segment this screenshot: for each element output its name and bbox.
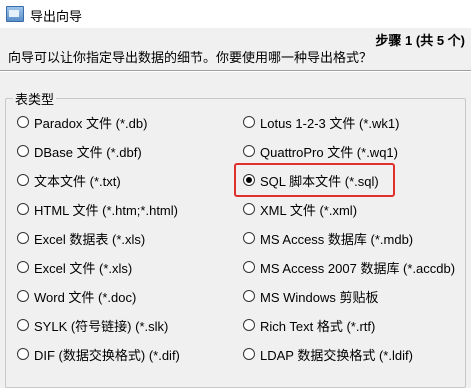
radio-clipboard[interactable]: MS Windows 剪贴板 <box>243 286 378 306</box>
radio-dbase[interactable]: DBase 文件 (*.dbf) <box>17 141 142 161</box>
radio-circle[interactable] <box>17 290 29 302</box>
radio-label: DIF (数据交换格式) (*.dif) <box>34 347 180 363</box>
radio-access-mdb[interactable]: MS Access 数据库 (*.mdb) <box>243 228 413 248</box>
radio-circle[interactable] <box>243 203 255 215</box>
radio-access-accdb[interactable]: MS Access 2007 数据库 (*.accdb) <box>243 257 455 277</box>
radio-circle[interactable] <box>17 348 29 360</box>
selection-highlight-box <box>234 163 395 197</box>
radio-label: Excel 数据表 (*.xls) <box>34 231 146 247</box>
title-bar: 导出向导 <box>0 0 471 28</box>
radio-circle[interactable] <box>17 174 29 186</box>
radio-circle[interactable] <box>243 348 255 360</box>
radio-circle[interactable] <box>243 116 255 128</box>
header-divider <box>0 70 471 72</box>
radio-xml[interactable]: XML 文件 (*.xml) <box>243 199 357 219</box>
radio-label: MS Access 数据库 (*.mdb) <box>260 231 414 247</box>
radio-label: DBase 文件 (*.dbf) <box>34 144 142 160</box>
radio-excel-sheet[interactable]: Excel 数据表 (*.xls) <box>17 228 145 248</box>
radio-sylk[interactable]: SYLK (符号链接) (*.slk) <box>17 315 168 335</box>
wizard-description: 向导可以让你指定导出数据的细节。你要使用哪一种导出格式？ <box>8 50 373 65</box>
radio-circle[interactable] <box>243 232 255 244</box>
radio-circle[interactable] <box>17 145 29 157</box>
radio-circle[interactable] <box>17 232 29 244</box>
radio-label: Word 文件 (*.doc) <box>34 289 137 305</box>
radio-label: QuattroPro 文件 (*.wq1) <box>260 144 398 160</box>
window-title: 导出向导 <box>30 9 83 24</box>
radio-circle[interactable] <box>243 261 255 273</box>
radio-circle[interactable] <box>243 145 255 157</box>
radio-label: Excel 文件 (*.xls) <box>34 260 133 276</box>
radio-label: 文本文件 (*.txt) <box>34 173 121 189</box>
radio-html[interactable]: HTML 文件 (*.htm;*.html) <box>17 199 178 219</box>
app-icon <box>6 6 24 22</box>
radio-circle[interactable] <box>17 203 29 215</box>
radio-circle[interactable] <box>17 116 29 128</box>
radio-excel-file[interactable]: Excel 文件 (*.xls) <box>17 257 132 277</box>
radio-label: XML 文件 (*.xml) <box>260 202 358 218</box>
radio-quattropro[interactable]: QuattroPro 文件 (*.wq1) <box>243 141 398 161</box>
radio-label: HTML 文件 (*.htm;*.html) <box>34 202 178 218</box>
radio-text[interactable]: 文本文件 (*.txt) <box>17 170 121 190</box>
radio-circle[interactable] <box>243 290 255 302</box>
radio-ldif[interactable]: LDAP 数据交换格式 (*.ldif) <box>243 344 413 364</box>
radio-circle[interactable] <box>17 261 29 273</box>
radio-paradox[interactable]: Paradox 文件 (*.db) <box>17 112 147 132</box>
step-indicator: 步骤 1 (共 5 个) <box>375 33 465 48</box>
table-type-label: 表类型 <box>13 89 57 108</box>
radio-label: Lotus 1-2-3 文件 (*.wk1) <box>260 115 400 131</box>
radio-label: LDAP 数据交换格式 (*.ldif) <box>260 347 413 363</box>
radio-circle[interactable] <box>243 319 255 331</box>
radio-word[interactable]: Word 文件 (*.doc) <box>17 286 136 306</box>
radio-label: MS Windows 剪贴板 <box>260 289 379 305</box>
radio-rtf[interactable]: Rich Text 格式 (*.rtf) <box>243 315 375 335</box>
radio-dif[interactable]: DIF (数据交换格式) (*.dif) <box>17 344 180 364</box>
radio-label: SYLK (符号链接) (*.slk) <box>34 318 169 334</box>
radio-lotus[interactable]: Lotus 1-2-3 文件 (*.wk1) <box>243 112 399 132</box>
radio-circle[interactable] <box>17 319 29 331</box>
radio-label: MS Access 2007 数据库 (*.accdb) <box>260 260 456 276</box>
radio-label: Rich Text 格式 (*.rtf) <box>260 318 376 334</box>
radio-label: Paradox 文件 (*.db) <box>34 115 148 131</box>
